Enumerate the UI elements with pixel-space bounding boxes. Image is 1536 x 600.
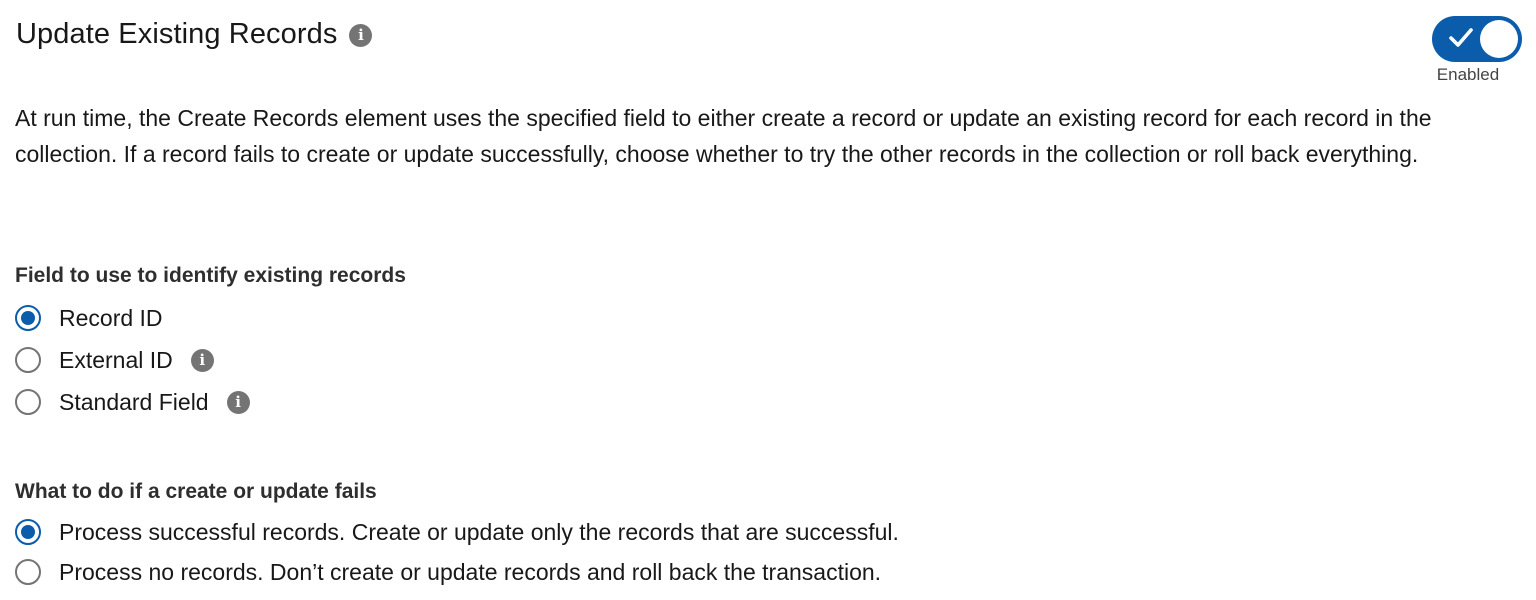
radio-button[interactable]: [15, 519, 41, 545]
radio-option-label: Process no records. Don’t create or upda…: [59, 558, 882, 585]
radio-option-record-id[interactable]: Record ID: [15, 297, 250, 339]
update-records-toggle[interactable]: [1432, 16, 1522, 62]
radio-option-label: Process successful records. Create or up…: [59, 518, 899, 545]
radio-button[interactable]: [15, 305, 41, 331]
radio-option-label: Record ID: [59, 304, 163, 331]
check-icon: [1449, 28, 1473, 47]
info-icon[interactable]: i: [349, 24, 373, 47]
radio-button[interactable]: [15, 347, 41, 373]
radio-option-standard-field[interactable]: Standard Field i: [15, 381, 250, 423]
failure-behavior-radio-group: Process successful records. Create or up…: [15, 512, 899, 592]
radio-option-process-successful[interactable]: Process successful records. Create or up…: [15, 512, 899, 552]
toggle-knob: [1480, 20, 1518, 58]
failure-behavior-label: What to do if a create or update fails: [15, 480, 377, 503]
radio-button[interactable]: [15, 389, 41, 415]
radio-option-process-none[interactable]: Process no records. Don’t create or upda…: [15, 552, 899, 592]
info-icon[interactable]: i: [190, 348, 214, 372]
identify-field-radio-group: Record ID External ID i Standard Field i: [15, 297, 250, 423]
toggle-status-label: Enabled: [1436, 65, 1500, 84]
section-header: Update Existing Records i: [16, 18, 373, 51]
info-icon[interactable]: i: [226, 390, 250, 414]
radio-option-label: External ID: [59, 346, 173, 373]
update-records-toggle-group: Enabled: [1432, 16, 1522, 85]
radio-button[interactable]: [15, 559, 41, 585]
radio-option-external-id[interactable]: External ID i: [15, 339, 250, 381]
section-title: Update Existing Records: [16, 18, 338, 50]
identify-field-label: Field to use to identify existing record…: [15, 264, 406, 287]
radio-selected-dot: [21, 311, 35, 325]
section-description: At run time, the Create Records element …: [15, 105, 1432, 167]
radio-selected-dot: [21, 525, 35, 539]
radio-option-label: Standard Field: [59, 388, 209, 415]
